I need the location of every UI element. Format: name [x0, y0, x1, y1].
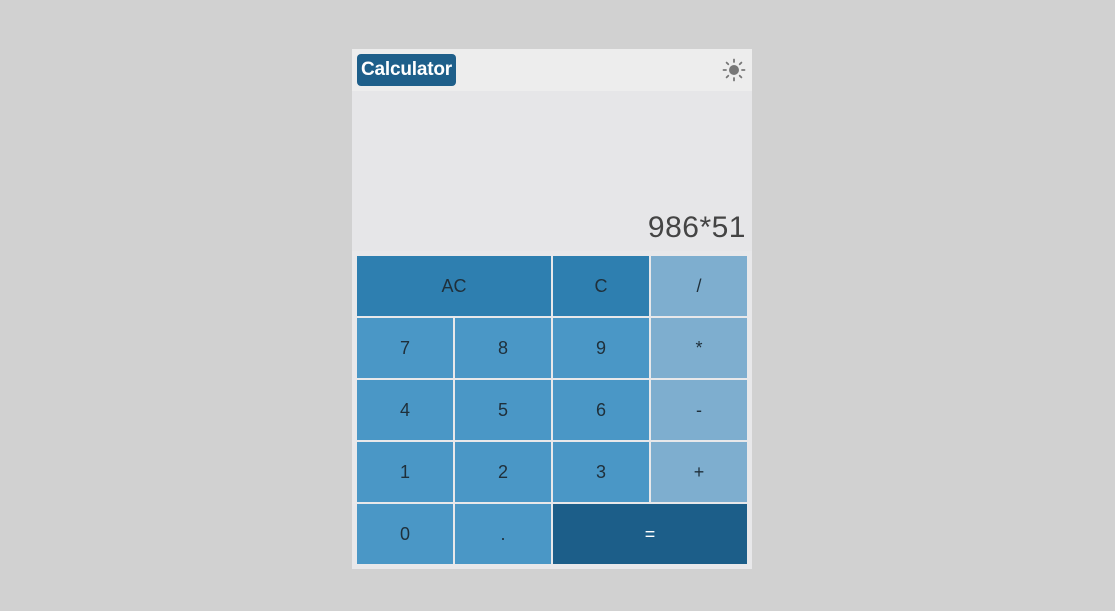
digit-4-button[interactable]: 4	[357, 380, 453, 440]
subtract-button[interactable]: -	[651, 380, 747, 440]
digit-3-button[interactable]: 3	[553, 442, 649, 502]
digit-9-button[interactable]: 9	[553, 318, 649, 378]
digit-8-button[interactable]: 8	[455, 318, 551, 378]
digit-1-button[interactable]: 1	[357, 442, 453, 502]
digit-7-button[interactable]: 7	[357, 318, 453, 378]
app-title: Calculator	[357, 54, 456, 86]
display-panel: 986*51	[352, 91, 752, 251]
digit-2-button[interactable]: 2	[455, 442, 551, 502]
display-expression: 986*51	[647, 211, 746, 244]
theme-toggle-button[interactable]	[722, 58, 746, 82]
decimal-button[interactable]: .	[455, 504, 551, 564]
digit-0-button[interactable]: 0	[357, 504, 453, 564]
equals-button[interactable]: =	[553, 504, 747, 564]
calculator-window: Calculator 986*51 AC C / 7 8 9 * 4 5 6 -…	[352, 49, 752, 569]
add-button[interactable]: +	[651, 442, 747, 502]
digit-5-button[interactable]: 5	[455, 380, 551, 440]
multiply-button[interactable]: *	[651, 318, 747, 378]
keypad: AC C / 7 8 9 * 4 5 6 - 1 2 3 + 0 . =	[357, 256, 747, 564]
header-bar: Calculator	[352, 49, 752, 91]
digit-6-button[interactable]: 6	[553, 380, 649, 440]
all-clear-button[interactable]: AC	[357, 256, 551, 316]
divide-button[interactable]: /	[651, 256, 747, 316]
sun-icon	[722, 58, 746, 82]
clear-button[interactable]: C	[553, 256, 649, 316]
